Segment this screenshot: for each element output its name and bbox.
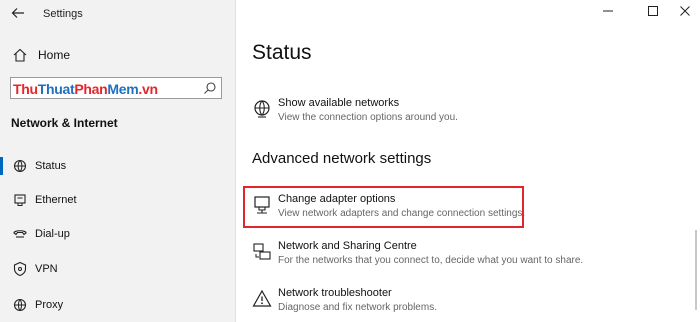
back-arrow-icon[interactable]	[10, 5, 26, 21]
minimize-icon[interactable]	[601, 4, 615, 18]
sidebar-item-status[interactable]: Status	[0, 155, 236, 177]
home-label: Home	[38, 48, 71, 62]
sidebar-item-label: VPN	[35, 263, 58, 275]
network-troubleshooter-link[interactable]: Network troubleshooter Diagnose and fix …	[252, 287, 672, 319]
sidebar-item-vpn[interactable]: VPN	[0, 258, 236, 280]
ethernet-icon	[14, 194, 26, 206]
network-sharing-centre-link[interactable]: Network and Sharing Centre For the netwo…	[252, 240, 672, 272]
selection-indicator	[0, 157, 3, 175]
sidebar-item-label: Dial-up	[35, 228, 70, 240]
home-nav-item[interactable]: Home	[12, 46, 70, 64]
search-input[interactable]: ThuThuatPhanMem.vn	[10, 77, 222, 99]
link-title: Network and Sharing Centre	[278, 240, 417, 252]
sidebar-item-dial-up[interactable]: Dial-up	[0, 223, 236, 245]
vpn-icon	[13, 261, 27, 277]
main-pane: Status Show available networks View the …	[236, 0, 700, 322]
home-icon	[13, 48, 27, 62]
sidebar-item-label: Ethernet	[35, 194, 77, 206]
show-available-networks-link[interactable]: Show available networks View the connect…	[252, 97, 672, 129]
sharing-centre-icon	[253, 243, 271, 260]
sidebar-item-label: Status	[35, 160, 67, 172]
link-description: For the networks that you connect to, de…	[278, 255, 584, 266]
status-icon	[13, 159, 27, 173]
search-value: ThuThuatPhanMem.vn	[13, 81, 158, 97]
window-title: Settings	[43, 8, 83, 20]
page-title: Status	[252, 41, 312, 64]
section-heading: Advanced network settings	[252, 150, 432, 167]
sidebar-item-proxy[interactable]: Proxy	[0, 294, 236, 316]
network-globe-icon	[254, 100, 270, 118]
proxy-icon	[13, 298, 27, 312]
sidebar: Settings Home ThuThuatPhanMem.vn Network…	[0, 0, 236, 322]
link-description: Diagnose and fix network problems.	[278, 302, 437, 313]
link-description: View the connection options around you.	[278, 112, 458, 123]
warning-triangle-icon	[252, 289, 272, 307]
link-title: Network troubleshooter	[278, 287, 392, 299]
link-title: Show available networks	[278, 97, 400, 109]
search-icon[interactable]	[203, 81, 217, 95]
sidebar-item-label: Proxy	[35, 299, 64, 311]
scrollbar[interactable]	[695, 230, 697, 310]
dial-up-icon	[13, 230, 27, 238]
highlight-box	[243, 186, 524, 228]
title-bar: Settings	[0, 0, 236, 28]
maximize-icon[interactable]	[646, 4, 660, 18]
close-icon[interactable]	[678, 4, 692, 18]
section-title: Network & Internet	[11, 116, 118, 130]
sidebar-item-ethernet[interactable]: Ethernet	[0, 189, 236, 211]
